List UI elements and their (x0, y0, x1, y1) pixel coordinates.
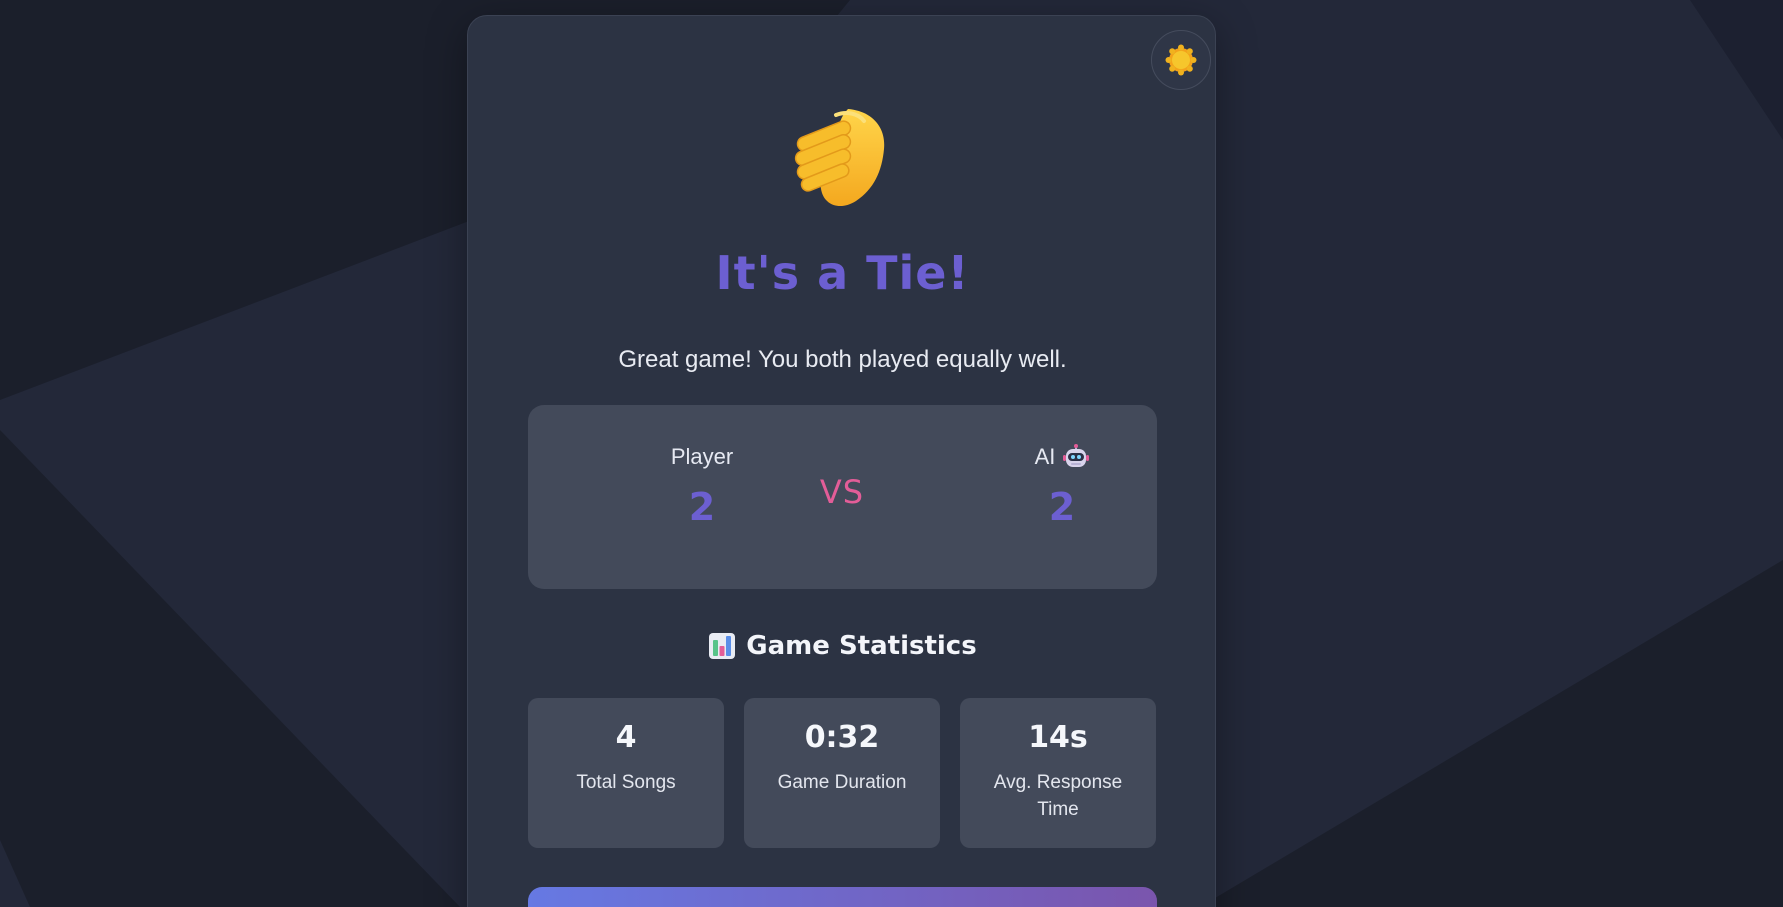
bar-chart-icon (709, 633, 736, 659)
stat-label: Game Duration (777, 772, 907, 793)
player-score: 2 (688, 485, 716, 529)
stat-value: 0:32 (804, 720, 880, 755)
ai-score-column: AI 2 (962, 443, 1162, 529)
stat-label: Avg. Response Time (993, 772, 1123, 820)
stat-game-duration: 0:32 Game Duration (744, 698, 940, 848)
player-label: Player (670, 444, 734, 469)
stat-avg-response-time: 14s Avg. Response Time (960, 698, 1156, 848)
statistics-heading-text: Game Statistics (746, 631, 977, 661)
stat-total-songs: 4 Total Songs (528, 698, 724, 848)
scoreboard: Player 2 VS AI 2 (528, 405, 1157, 589)
play-again-button[interactable] (528, 887, 1157, 907)
sun-icon (1165, 44, 1197, 76)
result-subtitle: Great game! You both played equally well… (618, 346, 1067, 373)
result-title: It's a Tie! (715, 246, 970, 300)
game-over-card: It's a Tie! Great game! You both played … (467, 15, 1216, 907)
player-label-row: Player (602, 443, 802, 471)
stat-label: Total Songs (576, 772, 676, 793)
ai-score: 2 (1048, 485, 1076, 529)
ai-label: AI (1034, 444, 1056, 469)
stat-value: 4 (615, 720, 637, 755)
stat-value: 14s (1028, 720, 1088, 755)
handshake-icon (794, 109, 885, 207)
theme-toggle-button[interactable] (1151, 30, 1211, 90)
player-score-column: Player 2 (602, 443, 802, 529)
ai-label-row: AI (962, 443, 1162, 471)
statistics-heading: Game Statistics (468, 631, 1217, 661)
vs-label: VS (819, 473, 865, 511)
robot-icon (1063, 444, 1090, 467)
